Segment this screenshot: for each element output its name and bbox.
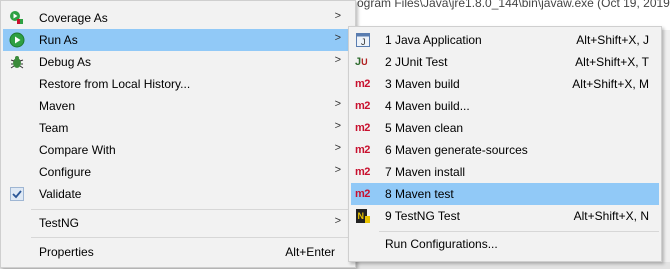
menu-item-label: Run As xyxy=(39,33,78,47)
maven-icon: m2 xyxy=(355,166,370,178)
submenu-item-junit-test[interactable]: JU 2 JUnit Test Alt+Shift+X, T xyxy=(351,51,659,73)
menu-item-properties[interactable]: Properties Alt+Enter xyxy=(3,241,353,263)
submenu-item-label: 4 Maven build... xyxy=(385,99,470,113)
maven-icon: m2 xyxy=(355,188,370,200)
menu-item-maven[interactable]: Maven > xyxy=(3,95,353,117)
submenu-item-maven-generate-sources[interactable]: m2 6 Maven generate-sources xyxy=(351,139,659,161)
chevron-right-icon: > xyxy=(334,120,341,132)
menu-item-label: Compare With xyxy=(39,143,116,157)
submenu-item-label: 7 Maven install xyxy=(385,165,466,179)
chevron-right-icon: > xyxy=(334,164,341,176)
submenu-item-testng-test[interactable]: N 9 TestNG Test Alt+Shift+X, N xyxy=(351,205,659,227)
shortcut-text: Alt+Shift+X, M xyxy=(572,77,649,91)
submenu-item-label: 2 JUnit Test xyxy=(385,55,448,69)
chevron-right-icon: > xyxy=(334,142,341,154)
svg-text:N: N xyxy=(358,211,365,221)
coverage-icon xyxy=(9,10,25,26)
submenu-item-label: Run Configurations... xyxy=(385,237,498,251)
console-process-text: ogram Files\Java\jre1.8.0_144\bin\javaw.… xyxy=(357,0,670,10)
submenu-item-maven-install[interactable]: m2 7 Maven install xyxy=(351,161,659,183)
menu-separator xyxy=(379,231,659,232)
maven-icon: m2 xyxy=(355,144,370,156)
menu-item-label: Coverage As xyxy=(39,11,108,25)
menu-item-validate[interactable]: Validate xyxy=(3,183,353,205)
submenu-item-maven-clean[interactable]: m2 5 Maven clean xyxy=(351,117,659,139)
submenu-item-label: 6 Maven generate-sources xyxy=(385,143,528,157)
submenu-item-label: 3 Maven build xyxy=(385,77,460,91)
shortcut-text: Alt+Shift+X, J xyxy=(576,33,649,47)
menu-item-label: Team xyxy=(39,121,69,135)
java-application-icon: J xyxy=(355,32,371,48)
menu-item-testng[interactable]: TestNG > xyxy=(3,212,353,234)
submenu-item-run-configurations[interactable]: Run Configurations... xyxy=(351,233,659,255)
menu-item-configure[interactable]: Configure > xyxy=(3,161,353,183)
checkmark-icon xyxy=(9,186,25,202)
chevron-right-icon: > xyxy=(334,10,341,22)
menu-separator xyxy=(31,237,353,238)
menu-item-label: Debug As xyxy=(39,55,92,69)
shortcut-text: Alt+Enter xyxy=(285,245,335,259)
chevron-right-icon: > xyxy=(334,32,341,44)
submenu-item-java-application[interactable]: J 1 Java Application Alt+Shift+X, J xyxy=(351,29,659,51)
context-menu: Coverage As > Run As > Debug As > Restor… xyxy=(0,0,356,268)
menu-item-label: Restore from Local History... xyxy=(39,77,191,91)
maven-icon: m2 xyxy=(355,122,370,134)
menu-item-label: Configure xyxy=(39,165,92,179)
chevron-right-icon: > xyxy=(334,98,341,110)
submenu-item-maven-build-dialog[interactable]: m2 4 Maven build... xyxy=(351,95,659,117)
junit-icon: JU xyxy=(355,56,368,68)
svg-text:J: J xyxy=(361,37,366,47)
submenu-item-label: 9 TestNG Test xyxy=(385,209,460,223)
submenu-item-maven-build[interactable]: m2 3 Maven build Alt+Shift+X, M xyxy=(351,73,659,95)
menu-item-team[interactable]: Team > xyxy=(3,117,353,139)
menu-item-label: Properties xyxy=(39,245,94,259)
submenu-item-label: 1 Java Application xyxy=(385,33,482,47)
bug-icon xyxy=(9,54,25,70)
menu-item-compare-with[interactable]: Compare With > xyxy=(3,139,353,161)
menu-item-label: TestNG xyxy=(39,216,80,230)
maven-icon: m2 xyxy=(355,100,370,112)
submenu-item-label: 5 Maven clean xyxy=(385,121,464,135)
testng-icon: N xyxy=(355,208,371,224)
shortcut-text: Alt+Shift+X, N xyxy=(573,209,649,223)
maven-icon: m2 xyxy=(355,78,370,90)
menu-separator xyxy=(31,209,353,210)
menu-item-run-as[interactable]: Run As > xyxy=(3,29,353,51)
menu-item-label: Maven xyxy=(39,99,76,113)
menu-item-restore-history[interactable]: Restore from Local History... xyxy=(3,73,353,95)
chevron-right-icon: > xyxy=(334,215,341,227)
submenu-item-maven-test[interactable]: m2 8 Maven test xyxy=(351,183,659,205)
submenu-item-label: 8 Maven test xyxy=(385,187,454,201)
menu-item-label: Validate xyxy=(39,187,82,201)
run-as-submenu: J 1 Java Application Alt+Shift+X, J JU 2… xyxy=(348,26,662,262)
run-icon xyxy=(9,32,25,48)
menu-item-debug-as[interactable]: Debug As > xyxy=(3,51,353,73)
menu-item-coverage-as[interactable]: Coverage As > xyxy=(3,7,353,29)
shortcut-text: Alt+Shift+X, T xyxy=(575,55,649,69)
chevron-right-icon: > xyxy=(334,54,341,66)
